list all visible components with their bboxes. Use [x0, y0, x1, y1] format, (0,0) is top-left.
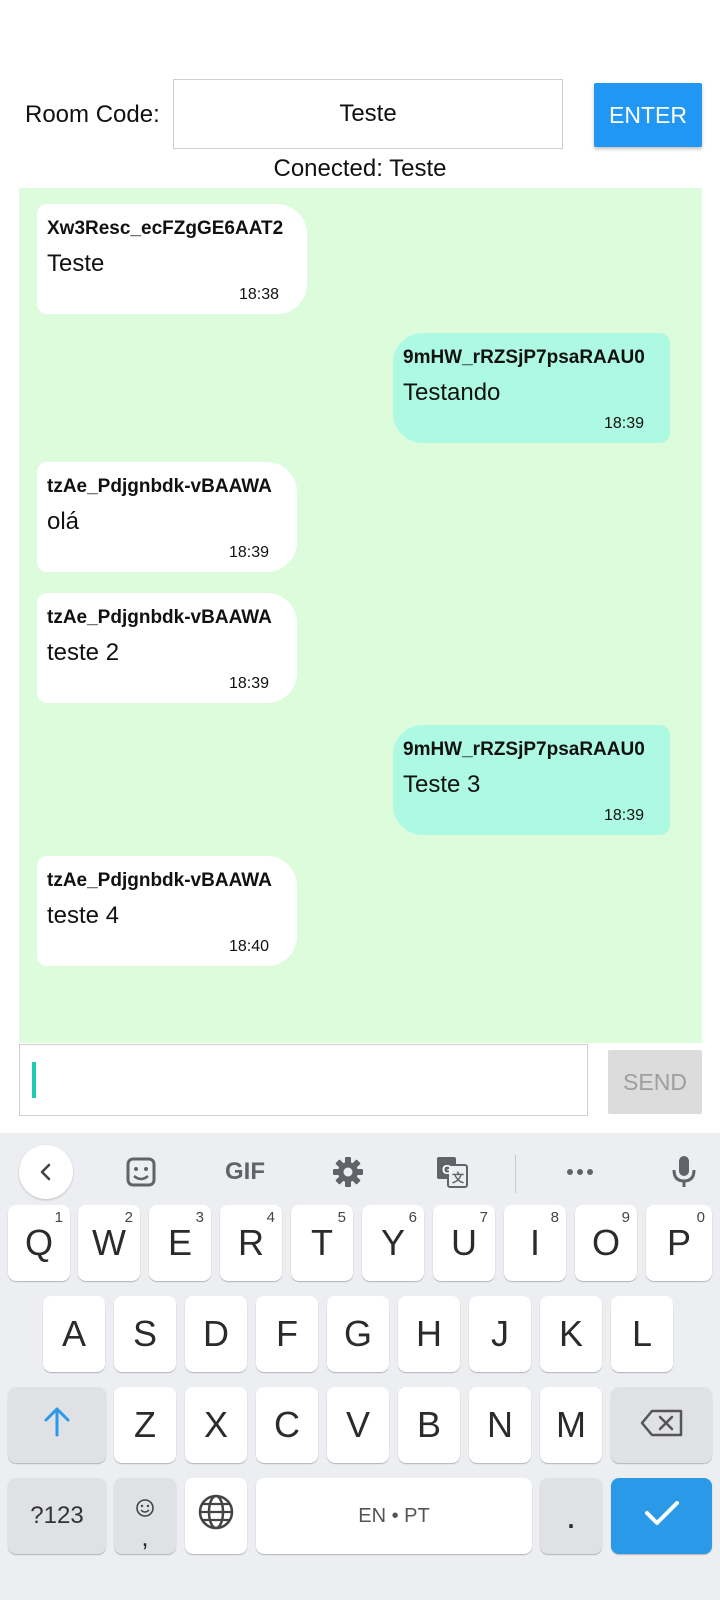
key-u[interactable]: U7: [433, 1205, 495, 1281]
send-button[interactable]: SEND: [608, 1050, 702, 1114]
symbols-key[interactable]: ?123: [8, 1478, 106, 1554]
backspace-icon: [640, 1404, 684, 1446]
backspace-key[interactable]: [611, 1387, 712, 1463]
connection-status: Conected: Teste: [273, 155, 447, 182]
message-bubble: Xw3Resc_ecFZgGE6AAT2 Teste 18:38: [37, 204, 307, 314]
keyboard-toolbar: GIF G文: [0, 1133, 720, 1211]
svg-text:G: G: [442, 1162, 452, 1177]
key-p[interactable]: P0: [646, 1205, 712, 1281]
message-text: olá: [47, 508, 80, 535]
key-j[interactable]: J: [469, 1296, 531, 1372]
message-author: tzAe_Pdjgnbdk-vBAAWA: [47, 476, 272, 497]
message-author: 9mHW_rRZSjP7psaRAAU0: [403, 739, 645, 760]
message-time: 18:39: [228, 675, 269, 692]
svg-text:文: 文: [452, 1170, 465, 1185]
message-text: Teste: [47, 250, 105, 277]
key-a[interactable]: A: [43, 1296, 105, 1372]
room-code-value: Teste: [339, 100, 397, 127]
key-q[interactable]: Q1: [8, 1205, 70, 1281]
key-m[interactable]: M: [540, 1387, 602, 1463]
more-icon[interactable]: [556, 1148, 604, 1196]
key-l[interactable]: L: [611, 1296, 673, 1372]
key-w[interactable]: W2: [78, 1205, 140, 1281]
message-time: 18:38: [238, 286, 279, 303]
message-author: tzAe_Pdjgnbdk-vBAAWA: [47, 870, 272, 891]
room-code-label: Room Code:: [25, 101, 160, 128]
settings-gear-icon[interactable]: [324, 1148, 372, 1196]
shift-arrow-icon: [42, 1404, 72, 1446]
key-h[interactable]: H: [398, 1296, 460, 1372]
message-time: 18:40: [228, 938, 269, 955]
message-input[interactable]: [19, 1044, 588, 1116]
key-x[interactable]: X: [185, 1387, 247, 1463]
message-text: teste 2: [47, 639, 120, 666]
key-g[interactable]: G: [327, 1296, 389, 1372]
key-f[interactable]: F: [256, 1296, 318, 1372]
checkmark-icon: [643, 1495, 681, 1537]
room-code-input[interactable]: Teste: [173, 79, 563, 149]
message-bubble: 9mHW_rRZSjP7psaRAAU0 Testando 18:39: [393, 333, 670, 443]
key-i[interactable]: I8: [504, 1205, 566, 1281]
key-n[interactable]: N: [469, 1387, 531, 1463]
chat-messages-area[interactable]: Xw3Resc_ecFZgGE6AAT2 Teste 18:38 9mHW_rR…: [19, 188, 702, 1043]
message-bubble: 9mHW_rRZSjP7psaRAAU0 Teste 3 18:39: [393, 725, 670, 835]
message-author: 9mHW_rRZSjP7psaRAAU0: [403, 347, 645, 368]
message-time: 18:39: [603, 415, 644, 432]
key-d[interactable]: D: [185, 1296, 247, 1372]
key-t[interactable]: T5: [291, 1205, 353, 1281]
translate-icon[interactable]: G文: [428, 1148, 476, 1196]
keyboard-enter-key[interactable]: [611, 1478, 712, 1554]
language-globe-key[interactable]: [185, 1478, 247, 1554]
microphone-icon[interactable]: [660, 1148, 708, 1196]
key-s[interactable]: S: [114, 1296, 176, 1372]
key-k[interactable]: K: [540, 1296, 602, 1372]
message-author: Xw3Resc_ecFZgGE6AAT2: [47, 218, 284, 239]
toolbar-divider: [515, 1155, 516, 1193]
message-text: Teste 3: [403, 771, 481, 798]
message-time: 18:39: [228, 544, 269, 561]
message-text: teste 4: [47, 902, 120, 929]
back-chevron-icon[interactable]: [19, 1145, 73, 1199]
shift-key[interactable]: [8, 1387, 106, 1463]
key-b[interactable]: B: [398, 1387, 460, 1463]
period-key[interactable]: .: [540, 1478, 602, 1554]
emoji-comma-key[interactable]: ,: [114, 1478, 176, 1554]
key-c[interactable]: C: [256, 1387, 318, 1463]
message-bubble: tzAe_Pdjgnbdk-vBAAWA teste 4 18:40: [37, 856, 297, 966]
text-cursor: [32, 1062, 36, 1098]
emoji-icon: [135, 1485, 155, 1527]
key-y[interactable]: Y6: [362, 1205, 424, 1281]
message-text: Testando: [403, 379, 501, 406]
key-e[interactable]: E3: [149, 1205, 211, 1281]
message-bubble: tzAe_Pdjgnbdk-vBAAWA olá 18:39: [37, 462, 297, 572]
key-r[interactable]: R4: [220, 1205, 282, 1281]
key-z[interactable]: Z: [114, 1387, 176, 1463]
message-author: tzAe_Pdjgnbdk-vBAAWA: [47, 607, 272, 628]
enter-button[interactable]: ENTER: [594, 83, 702, 147]
message-time: 18:39: [603, 807, 644, 824]
sticker-icon[interactable]: [117, 1148, 165, 1196]
space-bar[interactable]: EN • PT: [256, 1478, 532, 1554]
key-v[interactable]: V: [327, 1387, 389, 1463]
gif-icon[interactable]: GIF: [217, 1148, 273, 1196]
message-bubble: tzAe_Pdjgnbdk-vBAAWA teste 2 18:39: [37, 593, 297, 703]
globe-icon: [197, 1493, 235, 1540]
soft-keyboard: GIF G文 Q1 W2 E3 R4 T5 Y6 U7 I8 O9 P0 A S…: [0, 1133, 720, 1600]
key-o[interactable]: O9: [575, 1205, 637, 1281]
